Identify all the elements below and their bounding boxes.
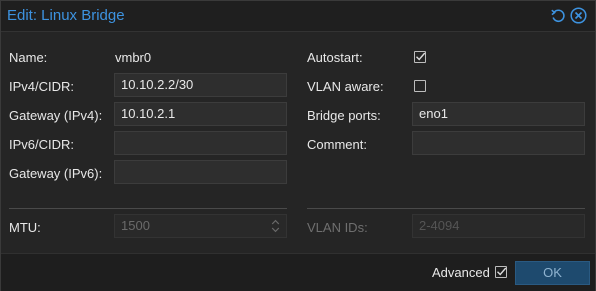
autostart-label: Autostart: [307,50,363,65]
dialog-titlebar: Edit: Linux Bridge [1,1,595,32]
mtu-input[interactable]: 1500 [114,214,287,238]
dialog-footer: Advanced OK [1,253,595,291]
checkmark-icon [497,267,507,276]
vlan-aware-checkbox[interactable] [414,80,426,92]
ok-button[interactable]: OK [515,261,590,285]
name-value: vmbr0 [115,50,152,65]
ipv6-cidr-input[interactable] [114,131,287,155]
bridge-ports-label: Bridge ports: [307,108,381,123]
dialog-body: Name: vmbr0 IPv4/CIDR: 10.10.2.2/30 Gate… [1,32,595,253]
vlan-aware-label: VLAN aware: [307,79,384,94]
close-circle-icon[interactable] [570,7,587,24]
advanced-label: Advanced [432,265,490,280]
gateway-ipv4-label: Gateway (IPv4): [9,108,103,123]
vlan-ids-input[interactable]: 2-4094 [412,214,585,238]
dialog-title: Edit: Linux Bridge [7,7,125,24]
mtu-label: MTU: [9,220,41,235]
gateway-ipv6-input[interactable] [114,160,287,184]
gateway-ipv4-input[interactable]: 10.10.2.1 [114,102,287,126]
linux-bridge-dialog: Edit: Linux Bridge Name: vmbr0 IPv4/CIDR… [0,0,596,291]
advanced-checkbox[interactable] [495,266,507,278]
checkmark-icon [416,52,426,61]
ipv4-cidr-input[interactable]: 10.10.2.2/30 [114,73,287,97]
bridge-ports-input[interactable]: eno1 [412,102,585,126]
autostart-checkbox[interactable] [414,51,426,63]
ipv4-label: IPv4/CIDR: [9,79,75,94]
mtu-value: 1500 [121,218,150,233]
undo-icon[interactable] [550,7,567,24]
ipv6-label: IPv6/CIDR: [9,137,75,152]
gateway-ipv6-label: Gateway (IPv6): [9,166,103,181]
spinner-icon[interactable] [271,218,280,234]
name-label: Name: [9,50,48,65]
comment-input[interactable] [412,131,585,155]
comment-label: Comment: [307,137,367,152]
vlan-ids-label: VLAN IDs: [307,220,368,235]
advanced-separator-left [9,208,287,209]
advanced-separator-right [307,208,585,209]
